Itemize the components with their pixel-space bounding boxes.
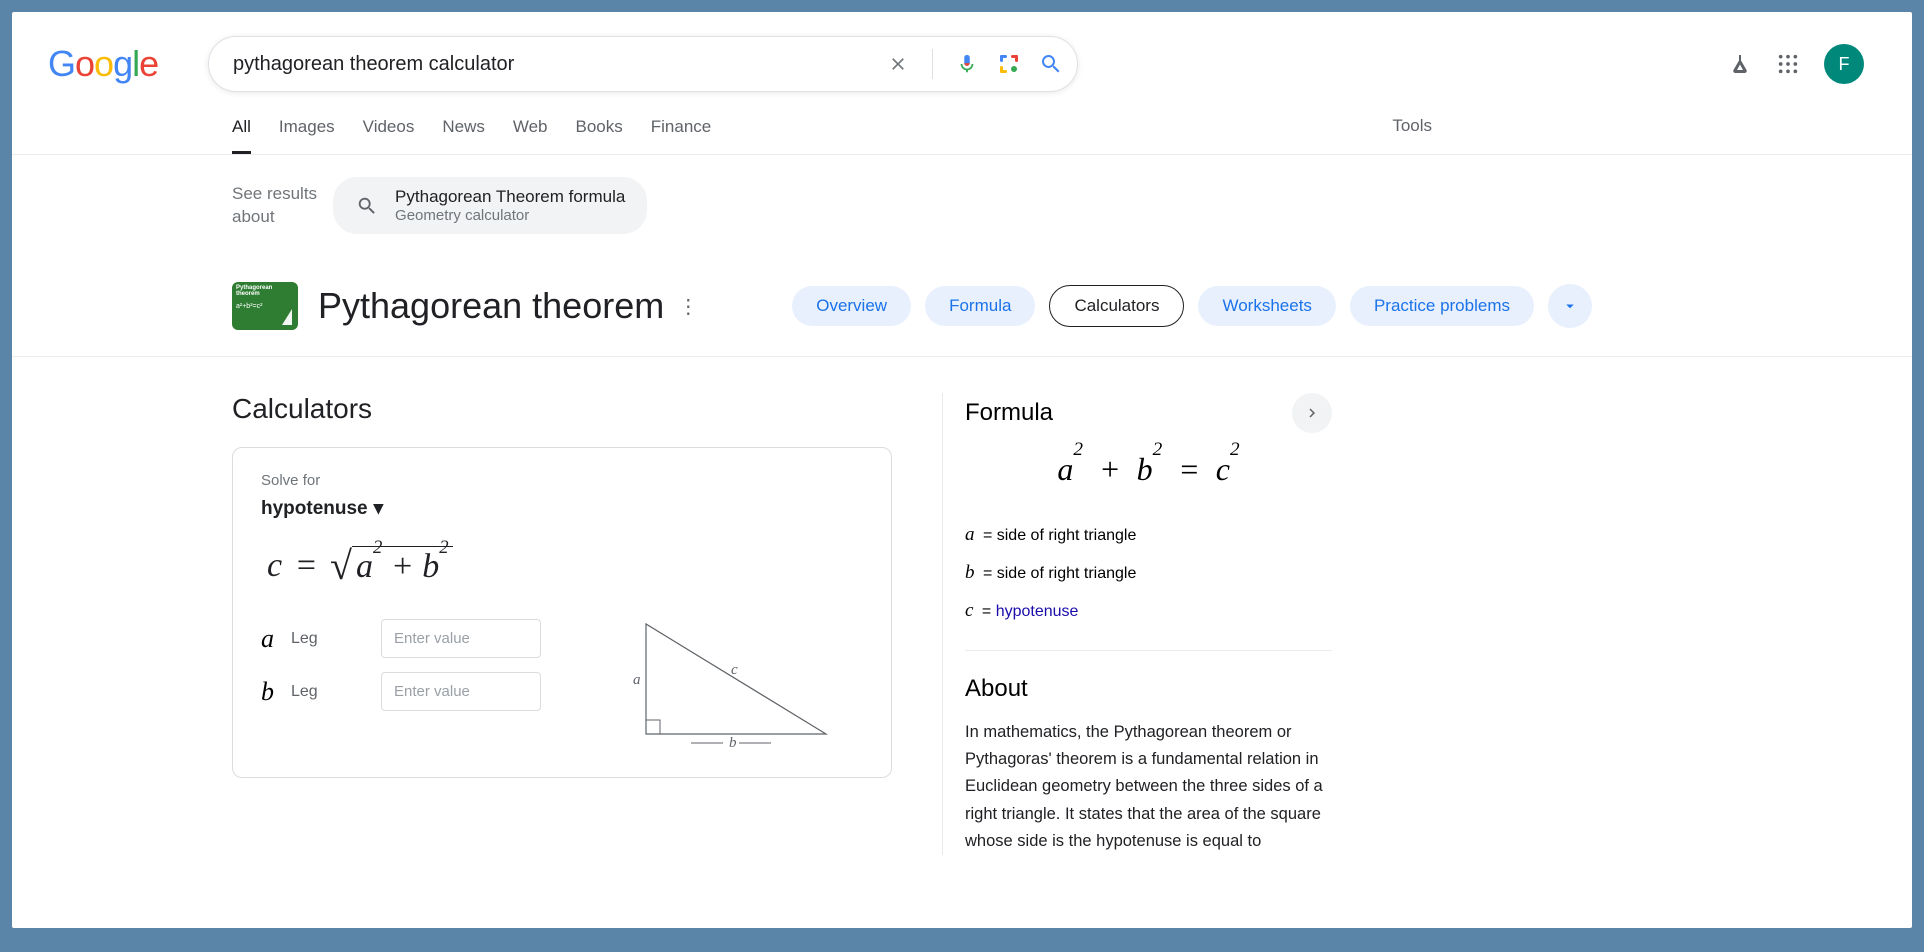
see-results-label: See resultsabout (232, 183, 317, 227)
clear-icon[interactable] (886, 52, 910, 76)
tab-books[interactable]: Books (576, 99, 623, 154)
svg-text:a: a (633, 672, 641, 688)
svg-text:b: b (729, 735, 737, 749)
input-row-b: b Leg (261, 672, 591, 711)
tab-videos[interactable]: Videos (363, 99, 415, 154)
apps-icon[interactable] (1776, 52, 1800, 76)
lens-icon[interactable] (997, 52, 1021, 76)
nav-row: All Images Videos News Web Books Finance… (12, 98, 1912, 155)
topic-thumbnail: Pythagorean theorem a²+b²=c² (232, 282, 298, 330)
search-input[interactable] (233, 53, 886, 76)
chip-worksheets[interactable]: Worksheets (1198, 286, 1335, 326)
search-box[interactable] (208, 36, 1078, 92)
google-logo[interactable]: Google (48, 43, 168, 85)
chip-formula[interactable]: Formula (925, 286, 1035, 326)
triangle-diagram: a b c (631, 619, 831, 749)
about-heading: About (965, 675, 1332, 703)
chip-practice[interactable]: Practice problems (1350, 286, 1534, 326)
formula-expression: a2 + b2 = c2 (965, 451, 1332, 488)
about-text: In mathematics, the Pythagorean theorem … (965, 719, 1332, 855)
svg-text:c: c (731, 662, 738, 678)
chevron-down-icon (1561, 297, 1579, 315)
chip-calculators[interactable]: Calculators (1049, 285, 1184, 327)
header-bar: Google (12, 12, 1912, 98)
related-search-chip[interactable]: Pythagorean Theorem formula Geometry cal… (333, 177, 647, 234)
chip-overview[interactable]: Overview (792, 286, 911, 326)
calculator-card: Solve for hypotenuse ▾ c = √ a2 + b2 (232, 447, 892, 778)
search-divider (932, 49, 933, 79)
tools-button[interactable]: Tools (1392, 98, 1432, 154)
labs-icon[interactable] (1728, 52, 1752, 76)
dropdown-icon: ▾ (374, 497, 384, 520)
avatar[interactable]: F (1824, 44, 1864, 84)
var-a: a (261, 624, 291, 654)
chevron-right-icon (1303, 404, 1321, 422)
tab-finance[interactable]: Finance (651, 99, 711, 154)
formula-expand-button[interactable] (1292, 393, 1332, 433)
tab-web[interactable]: Web (513, 99, 548, 154)
more-options-icon[interactable]: ⋮ (674, 292, 702, 320)
input-b[interactable] (381, 672, 541, 711)
tab-news[interactable]: News (442, 99, 485, 154)
chip-subtitle: Geometry calculator (395, 207, 625, 224)
search-icon (355, 194, 379, 218)
calc-formula: c = √ a2 + b2 (261, 542, 863, 589)
var-b: b (261, 677, 291, 707)
tab-images[interactable]: Images (279, 99, 335, 154)
label-b: Leg (291, 683, 381, 701)
hypotenuse-link[interactable]: hypotenuse (996, 603, 1079, 620)
mic-icon[interactable] (955, 52, 979, 76)
label-a: Leg (291, 630, 381, 648)
topic-title: Pythagorean theorem (318, 285, 664, 327)
search-icon[interactable] (1039, 52, 1063, 76)
formula-legend: a = side of right triangle b = side of r… (965, 516, 1332, 651)
input-row-a: a Leg (261, 619, 591, 658)
input-a[interactable] (381, 619, 541, 658)
solve-for-select[interactable]: hypotenuse ▾ (261, 497, 863, 520)
calculators-heading: Calculators (232, 393, 892, 425)
solve-for-label: Solve for (261, 472, 863, 489)
more-chips-button[interactable] (1548, 284, 1592, 328)
chip-title: Pythagorean Theorem formula (395, 187, 625, 207)
tab-all[interactable]: All (232, 99, 251, 154)
formula-heading: Formula (965, 399, 1053, 427)
